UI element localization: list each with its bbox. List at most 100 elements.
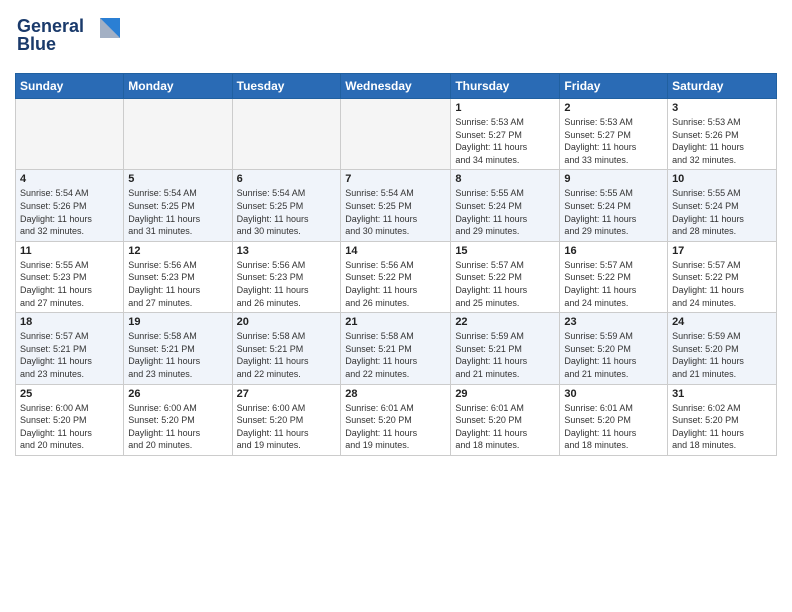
calendar-cell: 12 Sunrise: 5:56 AM Sunset: 5:23 PM Dayli… [124,241,232,312]
weekday-header-wednesday: Wednesday [341,74,451,99]
calendar-week-row: 25Sunrise: 6:00 AM Sunset: 5:20 PM Dayli… [16,384,777,455]
calendar-cell: 21 Sunrise: 5:58 AM Sunset: 5:21 PM Dayli… [341,313,451,384]
day-info: Sunrise: 5:57 AM Sunset: 5:22 PM Dayligh… [672,259,772,309]
calendar-cell: 17 Sunrise: 5:57 AM Sunset: 5:22 PM Dayli… [668,241,777,312]
day-info: Sunrise: 5:56 AM Sunset: 5:22 PM Dayligh… [345,259,446,309]
calendar-cell: 11 Sunrise: 5:55 AM Sunset: 5:23 PM Dayli… [16,241,124,312]
day-number: 3 [672,102,772,114]
day-info: Sunrise: 5:53 AM Sunset: 5:26 PM Dayligh… [672,116,772,166]
calendar-cell: 28 Sunrise: 6:01 AM Sunset: 5:20 PM Dayli… [341,384,451,455]
weekday-header-saturday: Saturday [668,74,777,99]
header: General Blue [15,10,777,65]
calendar-cell: 16 Sunrise: 5:57 AM Sunset: 5:22 PM Dayli… [560,241,668,312]
day-number: 24 [672,316,772,328]
day-info: Sunrise: 6:01 AM Sunset: 5:20 PM Dayligh… [564,402,663,452]
calendar-cell: 8 Sunrise: 5:55 AM Sunset: 5:24 PM Daylig… [451,170,560,241]
calendar-week-row: 11 Sunrise: 5:55 AM Sunset: 5:23 PM Dayli… [16,241,777,312]
day-info: Sunrise: 5:54 AM Sunset: 5:25 PM Dayligh… [237,187,337,237]
day-number: 16 [564,245,663,257]
weekday-header-thursday: Thursday [451,74,560,99]
svg-text:Blue: Blue [17,34,56,54]
day-number: 2 [564,102,663,114]
svg-text:General: General [17,16,84,36]
weekday-header-sunday: Sunday [16,74,124,99]
day-info: Sunrise: 5:56 AM Sunset: 5:23 PM Dayligh… [128,259,227,309]
day-info: Sunrise: 5:57 AM Sunset: 5:22 PM Dayligh… [564,259,663,309]
day-number: 7 [345,173,446,185]
day-info: Sunrise: 5:53 AM Sunset: 5:27 PM Dayligh… [455,116,555,166]
calendar-cell: 2 Sunrise: 5:53 AM Sunset: 5:27 PM Daylig… [560,99,668,170]
calendar-cell: 15 Sunrise: 5:57 AM Sunset: 5:22 PM Dayli… [451,241,560,312]
weekday-header-friday: Friday [560,74,668,99]
day-info: Sunrise: 5:57 AM Sunset: 5:21 PM Dayligh… [20,330,119,380]
day-number: 26 [128,388,227,400]
day-info: Sunrise: 5:58 AM Sunset: 5:21 PM Dayligh… [345,330,446,380]
calendar-cell: 20Sunrise: 5:58 AM Sunset: 5:21 PM Dayli… [232,313,341,384]
calendar-cell: 29 Sunrise: 6:01 AM Sunset: 5:20 PM Dayli… [451,384,560,455]
calendar-cell: 25Sunrise: 6:00 AM Sunset: 5:20 PM Dayli… [16,384,124,455]
calendar-cell: 7Sunrise: 5:54 AM Sunset: 5:25 PM Daylig… [341,170,451,241]
day-info: Sunrise: 5:54 AM Sunset: 5:26 PM Dayligh… [20,187,119,237]
calendar-page: General Blue SundayMondayTuesdayWednesda… [0,0,792,612]
day-number: 29 [455,388,555,400]
day-number: 12 [128,245,227,257]
day-info: Sunrise: 5:54 AM Sunset: 5:25 PM Dayligh… [128,187,227,237]
day-number: 28 [345,388,446,400]
day-number: 15 [455,245,555,257]
calendar-cell: 31 Sunrise: 6:02 AM Sunset: 5:20 PM Dayli… [668,384,777,455]
day-info: Sunrise: 6:01 AM Sunset: 5:20 PM Dayligh… [345,402,446,452]
logo: General Blue [15,10,125,65]
day-info: Sunrise: 6:02 AM Sunset: 5:20 PM Dayligh… [672,402,772,452]
calendar-cell: 4 Sunrise: 5:54 AM Sunset: 5:26 PM Daylig… [16,170,124,241]
day-info: Sunrise: 5:59 AM Sunset: 5:20 PM Dayligh… [564,330,663,380]
day-info: Sunrise: 5:59 AM Sunset: 5:21 PM Dayligh… [455,330,555,380]
calendar-cell: 1Sunrise: 5:53 AM Sunset: 5:27 PM Daylig… [451,99,560,170]
day-number: 17 [672,245,772,257]
calendar-week-row: 1Sunrise: 5:53 AM Sunset: 5:27 PM Daylig… [16,99,777,170]
calendar-cell [341,99,451,170]
day-number: 18 [20,316,119,328]
calendar-week-row: 4 Sunrise: 5:54 AM Sunset: 5:26 PM Daylig… [16,170,777,241]
calendar-cell [16,99,124,170]
day-info: Sunrise: 6:01 AM Sunset: 5:20 PM Dayligh… [455,402,555,452]
day-number: 31 [672,388,772,400]
day-number: 22 [455,316,555,328]
calendar-cell: 5 Sunrise: 5:54 AM Sunset: 5:25 PM Daylig… [124,170,232,241]
calendar-cell: 10 Sunrise: 5:55 AM Sunset: 5:24 PM Dayli… [668,170,777,241]
calendar-cell: 26Sunrise: 6:00 AM Sunset: 5:20 PM Dayli… [124,384,232,455]
day-number: 23 [564,316,663,328]
calendar-week-row: 18 Sunrise: 5:57 AM Sunset: 5:21 PM Dayli… [16,313,777,384]
calendar-cell: 9 Sunrise: 5:55 AM Sunset: 5:24 PM Daylig… [560,170,668,241]
day-number: 9 [564,173,663,185]
day-number: 21 [345,316,446,328]
day-info: Sunrise: 5:55 AM Sunset: 5:23 PM Dayligh… [20,259,119,309]
day-number: 10 [672,173,772,185]
weekday-header-row: SundayMondayTuesdayWednesdayThursdayFrid… [16,74,777,99]
calendar-cell: 18 Sunrise: 5:57 AM Sunset: 5:21 PM Dayli… [16,313,124,384]
calendar-table: SundayMondayTuesdayWednesdayThursdayFrid… [15,73,777,456]
day-info: Sunrise: 5:53 AM Sunset: 5:27 PM Dayligh… [564,116,663,166]
calendar-cell: 23 Sunrise: 5:59 AM Sunset: 5:20 PM Dayli… [560,313,668,384]
day-info: Sunrise: 5:58 AM Sunset: 5:21 PM Dayligh… [128,330,227,380]
calendar-cell [232,99,341,170]
day-number: 30 [564,388,663,400]
day-number: 14 [345,245,446,257]
day-number: 11 [20,245,119,257]
calendar-cell: 22 Sunrise: 5:59 AM Sunset: 5:21 PM Dayli… [451,313,560,384]
calendar-cell: 13Sunrise: 5:56 AM Sunset: 5:23 PM Dayli… [232,241,341,312]
day-info: Sunrise: 5:57 AM Sunset: 5:22 PM Dayligh… [455,259,555,309]
day-number: 8 [455,173,555,185]
day-info: Sunrise: 5:56 AM Sunset: 5:23 PM Dayligh… [237,259,337,309]
day-number: 5 [128,173,227,185]
calendar-cell: 30 Sunrise: 6:01 AM Sunset: 5:20 PM Dayli… [560,384,668,455]
day-info: Sunrise: 5:55 AM Sunset: 5:24 PM Dayligh… [564,187,663,237]
logo-content: General Blue [15,10,125,65]
calendar-cell: 3 Sunrise: 5:53 AM Sunset: 5:26 PM Daylig… [668,99,777,170]
day-info: Sunrise: 5:55 AM Sunset: 5:24 PM Dayligh… [455,187,555,237]
calendar-cell: 27Sunrise: 6:00 AM Sunset: 5:20 PM Dayli… [232,384,341,455]
day-number: 20 [237,316,337,328]
day-number: 19 [128,316,227,328]
day-info: Sunrise: 5:55 AM Sunset: 5:24 PM Dayligh… [672,187,772,237]
day-number: 4 [20,173,119,185]
calendar-cell: 24Sunrise: 5:59 AM Sunset: 5:20 PM Dayli… [668,313,777,384]
